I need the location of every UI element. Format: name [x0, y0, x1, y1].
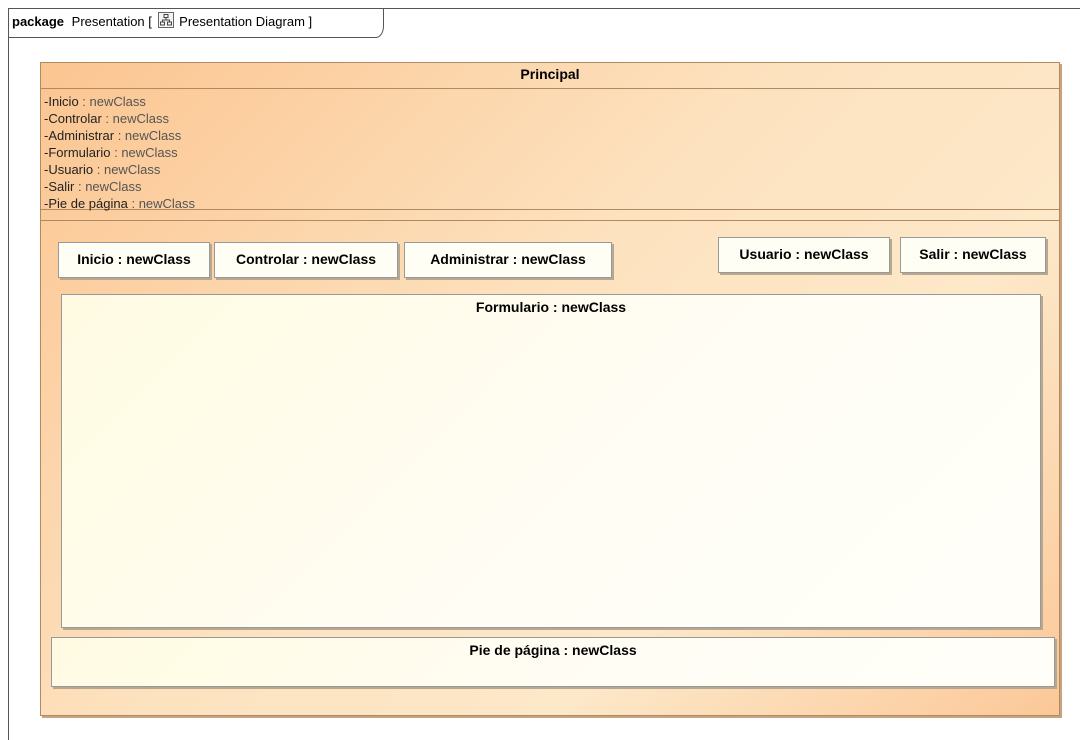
frame-package-name: Presentation [71, 14, 145, 29]
part-controlar-label: Controlar : newClass [235, 251, 377, 267]
part-formulario-label: Formulario : newClass [475, 299, 627, 315]
part-formulario[interactable]: Formulario : newClass [61, 294, 1041, 628]
class-diagram-icon [157, 12, 174, 28]
part-usuario-label: Usuario : newClass [739, 246, 869, 262]
part-pie-de-pagina[interactable]: Pie de página : newClass [51, 637, 1055, 687]
attribute-row[interactable]: -Formulario : newClass [44, 144, 1059, 161]
part-administrar-label: Administrar : newClass [430, 251, 586, 267]
part-inicio-label: Inicio : newClass [77, 251, 191, 267]
attribute-row[interactable]: -Salir : newClass [44, 178, 1059, 195]
frame-close-bracket: ] [308, 14, 313, 29]
attribute-row[interactable]: -Administrar : newClass [44, 127, 1059, 144]
principal-class-title: Principal [41, 63, 1059, 89]
frame-keyword: package [12, 14, 65, 29]
attribute-row[interactable]: -Usuario : newClass [44, 161, 1059, 178]
principal-attributes-compartment: -Inicio : newClass -Controlar : newClass… [41, 89, 1059, 211]
part-usuario[interactable]: Usuario : newClass [718, 237, 890, 273]
part-pie-de-pagina-label: Pie de página : newClass [469, 642, 637, 658]
attribute-row[interactable]: -Inicio : newClass [44, 93, 1059, 110]
part-controlar[interactable]: Controlar : newClass [214, 242, 398, 278]
part-administrar[interactable]: Administrar : newClass [404, 242, 612, 278]
diagram-frame-tab[interactable]: package Presentation [ Presentation Diag… [8, 8, 384, 38]
part-salir[interactable]: Salir : newClass [900, 237, 1046, 273]
frame-diagram-name: Presentation Diagram [179, 14, 305, 29]
frame-border-left [8, 8, 9, 740]
part-inicio[interactable]: Inicio : newClass [58, 242, 210, 278]
attribute-row[interactable]: -Controlar : newClass [44, 110, 1059, 127]
part-salir-label: Salir : newClass [919, 246, 1027, 262]
frame-open-bracket: [ [148, 14, 152, 29]
